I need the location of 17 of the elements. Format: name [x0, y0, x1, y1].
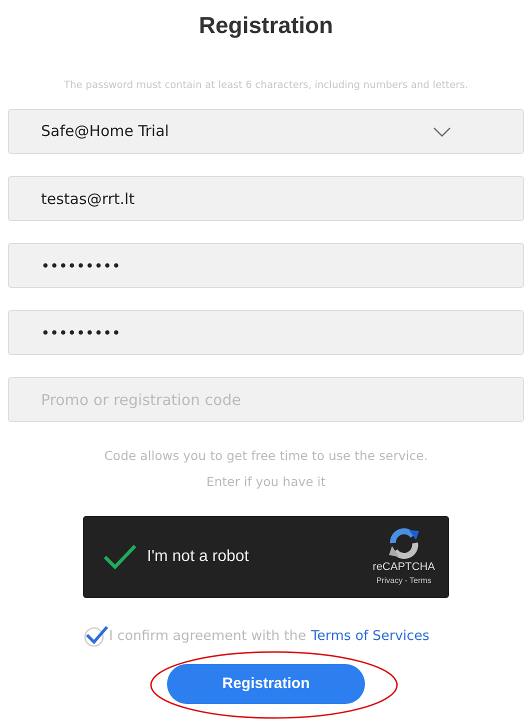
check-circle-icon[interactable]: [83, 624, 109, 648]
captcha-links[interactable]: Privacy - Terms: [376, 575, 432, 588]
page-title: Registration: [198, 11, 334, 40]
captcha-brand: reCAPTCHA: [372, 560, 435, 575]
agreement-text: I confirm agreement with the: [109, 626, 306, 646]
code-hint: Code allows you to get free time to use the service.: [103, 447, 429, 465]
check-icon[interactable]: [103, 544, 137, 570]
recaptcha-logo-icon: [386, 526, 421, 559]
input-field[interactable]: testas@rrt.lt: [8, 176, 524, 221]
chevron-down-icon: [433, 126, 451, 136]
code-hint: Enter if you have it: [205, 473, 327, 491]
captcha-label: I'm not a robot: [147, 547, 249, 567]
terms-link[interactable]: Terms of Services: [311, 626, 430, 646]
input-field[interactable]: •••••••••: [8, 243, 524, 288]
input-field[interactable]: •••••••••: [8, 310, 524, 355]
plan-select[interactable]: Safe@Home Trial: [8, 109, 524, 154]
registration-button[interactable]: Registration: [167, 664, 365, 704]
